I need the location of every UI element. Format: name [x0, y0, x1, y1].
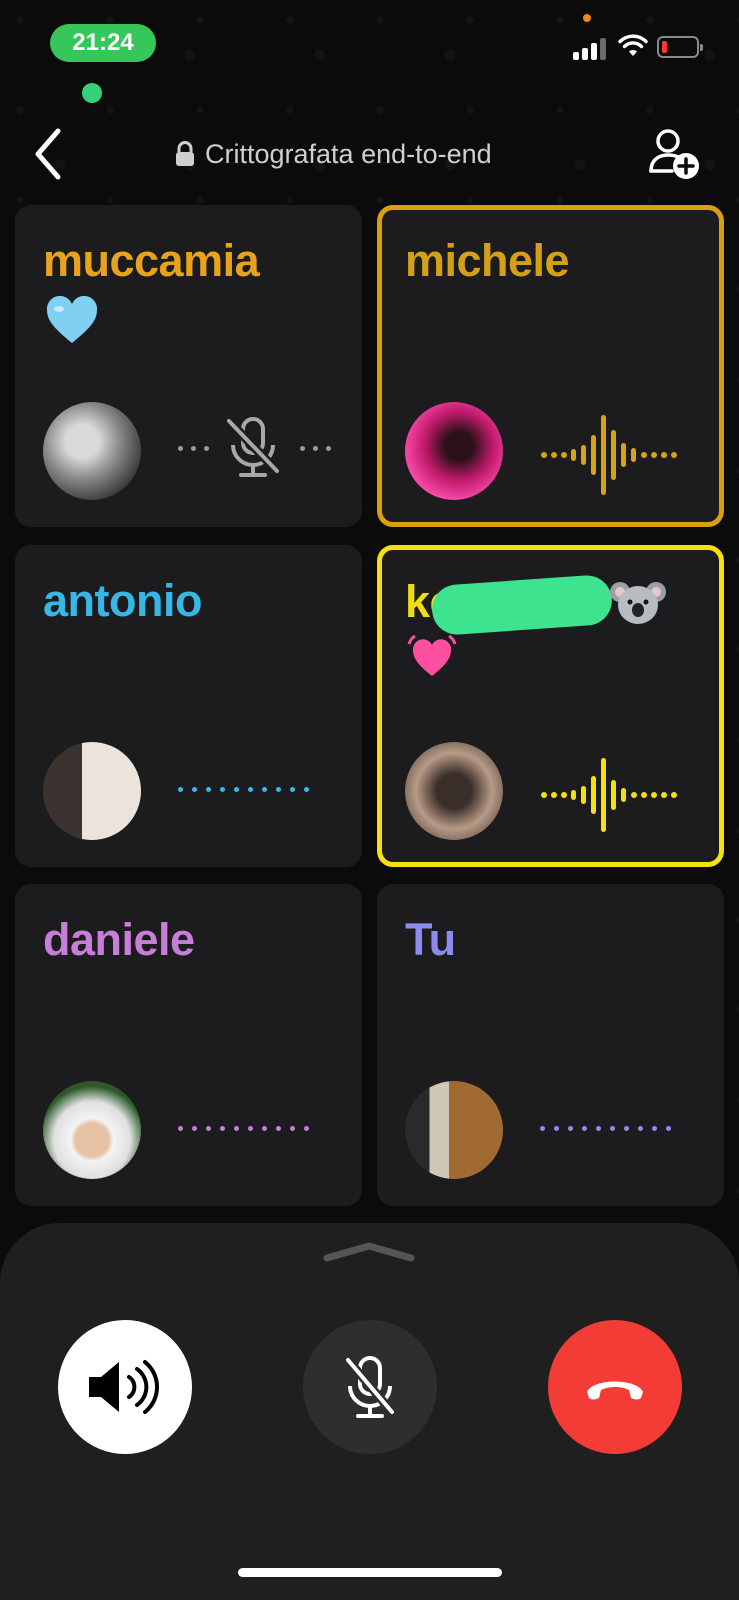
speaking-waveform-icon	[541, 758, 677, 832]
encryption-text: Crittografata end-to-end	[205, 138, 492, 169]
speaking-waveform-icon	[541, 415, 677, 495]
avatar	[43, 402, 141, 500]
add-participant-icon[interactable]	[648, 128, 704, 184]
participant-tile-muccamia[interactable]: muccamia	[15, 205, 362, 527]
back-chevron-icon[interactable]	[30, 125, 70, 185]
participant-name: Tu	[405, 914, 456, 965]
mute-button[interactable]	[303, 1320, 437, 1454]
participant-name: daniele	[43, 914, 195, 965]
speaker-button[interactable]	[58, 1320, 192, 1454]
participant-tile-michele[interactable]: michele	[377, 205, 724, 527]
hang-up-icon	[587, 1381, 643, 1400]
participant-tile-daniele[interactable]: daniele	[15, 884, 362, 1206]
idle-indicator	[178, 1126, 309, 1132]
mic-indicator-dot	[583, 14, 591, 22]
participant-name: antonio	[43, 575, 202, 626]
lock-icon	[176, 141, 194, 166]
idle-indicator	[540, 1126, 671, 1132]
avatar	[405, 742, 503, 840]
idle-indicator	[178, 787, 309, 793]
home-indicator[interactable]	[238, 1568, 502, 1577]
status-time: 21:24	[50, 24, 156, 62]
avatar	[43, 1081, 141, 1179]
encryption-label: Crittografata end-to-end	[175, 136, 492, 172]
muted-indicator	[178, 413, 338, 485]
mic-off-icon	[225, 417, 281, 477]
koala-icon	[610, 582, 666, 624]
expand-chevron-icon[interactable]	[323, 1240, 415, 1264]
wifi-icon	[618, 34, 648, 56]
participant-tile-koala[interactable]: ko…t🐨	[377, 545, 724, 867]
speaker-icon	[89, 1360, 159, 1414]
cellular-signal-icon	[573, 38, 607, 60]
participant-name: michele	[405, 235, 570, 286]
battery-low-icon	[657, 36, 703, 58]
avatar	[43, 742, 141, 840]
beating-heart-icon	[407, 634, 457, 676]
camera-indicator-dot	[82, 83, 102, 103]
participant-tile-antonio[interactable]: antonio	[15, 545, 362, 867]
participant-tile-self[interactable]: Tu	[377, 884, 724, 1206]
mic-off-icon	[344, 1356, 396, 1418]
end-call-button[interactable]	[548, 1320, 682, 1454]
avatar	[405, 1081, 503, 1179]
light-blue-heart-icon	[46, 295, 98, 343]
avatar	[405, 402, 503, 500]
participant-name: muccamia	[43, 235, 260, 286]
